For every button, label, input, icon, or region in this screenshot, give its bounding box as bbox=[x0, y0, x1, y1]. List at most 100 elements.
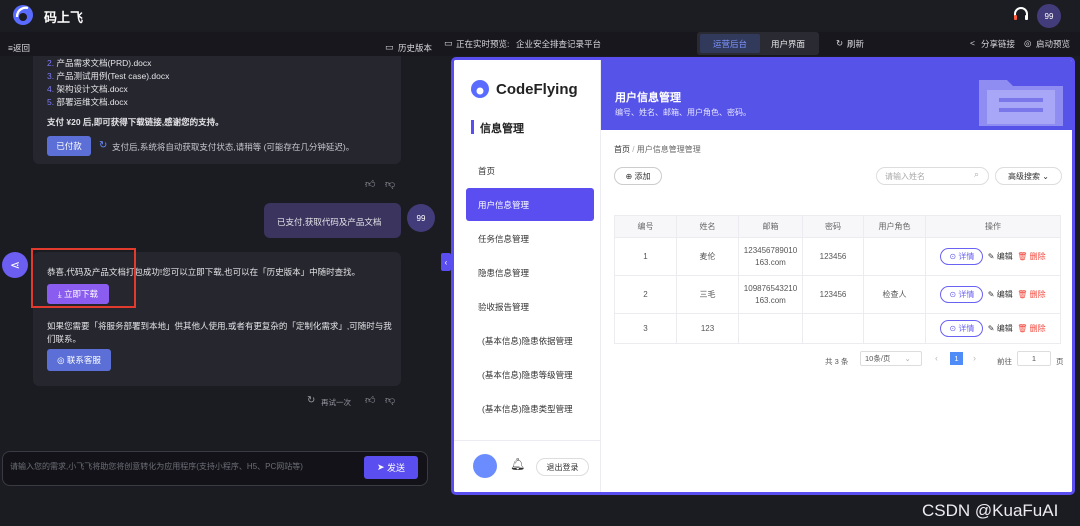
table-row: 1 麦伦 123456789010 163.com 123456 ⊙ 详情 ✎ 编辑… bbox=[614, 237, 1061, 276]
breadcrumb-current: 用户信息管理管理 bbox=[636, 145, 701, 154]
next-page-icon[interactable]: › bbox=[973, 353, 976, 363]
page-unit: 页 bbox=[1056, 357, 1064, 366]
share-button[interactable]: 分享链接 bbox=[981, 38, 1015, 50]
delete-button[interactable]: 🗑︎ 删除 bbox=[1017, 290, 1045, 299]
bell-icon[interactable]: 🔔︎ bbox=[510, 457, 525, 471]
nav-hazard-basis[interactable]: (基本信息)隐患依据管理 bbox=[466, 324, 594, 357]
doc-item: 架构设计文档.docx bbox=[56, 84, 128, 94]
page-number[interactable]: 1 bbox=[950, 352, 963, 365]
pay-text: 支付 ¥20 后,即可获得下载链接,感谢您的支持。 bbox=[47, 117, 224, 127]
launch-button[interactable]: 启动预览 bbox=[1036, 38, 1070, 50]
retry-icon[interactable]: ↻ bbox=[307, 395, 315, 406]
add-button[interactable]: ⊕ 添加 bbox=[614, 167, 662, 185]
section-title: 信息管理 bbox=[480, 123, 524, 135]
chevron-down-icon: ⌄ bbox=[904, 354, 911, 363]
preview-name: 企业安全排查记录平台 bbox=[516, 39, 602, 49]
deploy-text: 如果您需要「将服务部署到本地」供其他人使用,或者有更复杂的「定制化需求」,可随时… bbox=[47, 321, 392, 344]
thumbs-up-icon[interactable]: 👍︎ bbox=[365, 178, 375, 190]
search-input[interactable]: 请输入姓名 bbox=[876, 167, 989, 185]
watermark: CSDN @KuaFuAI bbox=[922, 501, 1059, 520]
chevron-down-icon: ⌄ bbox=[1040, 171, 1049, 181]
table-row: 3 123 ⊙ 详情 ✎ 编辑 🗑︎ 删除 bbox=[614, 313, 1061, 344]
preview-header: 用户信息管理 编号、姓名、邮箱、用户角色、密码。 bbox=[601, 60, 1072, 130]
detail-button[interactable]: ⊙ 详情 bbox=[940, 248, 984, 265]
doc-item: 产品测试用例(Test case).docx bbox=[56, 71, 170, 81]
nav-report[interactable]: 验收报告管理 bbox=[466, 290, 594, 323]
plus-icon: ⊕ bbox=[625, 171, 635, 181]
thumbs-down-icon[interactable]: 👎︎ bbox=[385, 178, 395, 190]
chat-input-placeholder: 请输入您的需求,小飞飞将助您将创意转化为应用程序(支持小程序、H5、PC网站等) bbox=[10, 462, 303, 471]
user-avatar[interactable]: 99 bbox=[1037, 4, 1061, 28]
codeflying-logo-icon bbox=[471, 80, 489, 98]
nav-task-info[interactable]: 任务信息管理 bbox=[466, 222, 594, 255]
eye-icon: ⊙ bbox=[949, 290, 959, 299]
goto-input[interactable]: 1 bbox=[1017, 351, 1051, 366]
tab-user[interactable]: 用户界面 bbox=[760, 34, 816, 53]
user-message-text: 已支付,获取代码及产品文档 bbox=[277, 217, 382, 227]
history-icon: ▭ bbox=[385, 42, 394, 52]
user-table: 编号 姓名 邮箱 密码 用户角色 操作 1 麦伦 123456789010 163.… bbox=[614, 215, 1061, 344]
table-row: 2 三毛 109876543210 163.com 123456 检查人 ⊙ 详情 ✎… bbox=[614, 275, 1061, 314]
thumbs-up-icon[interactable]: 👍︎ bbox=[365, 394, 375, 406]
prev-page-icon[interactable]: ‹ bbox=[935, 353, 938, 363]
delete-button[interactable]: 🗑︎ 删除 bbox=[1017, 252, 1045, 261]
refresh-icon: ↻ bbox=[836, 38, 844, 48]
nav-hazard-info[interactable]: 隐患信息管理 bbox=[466, 256, 594, 289]
advanced-search-button[interactable]: 高级搜索 ⌄ bbox=[995, 167, 1062, 185]
doc-item: 产品需求文档(PRD).docx bbox=[56, 58, 152, 68]
monitor-icon: ▭ bbox=[444, 38, 453, 48]
detail-button[interactable]: ⊙ 详情 bbox=[940, 286, 984, 303]
launch-icon: ◎ bbox=[1024, 38, 1032, 48]
avatar[interactable] bbox=[473, 454, 497, 478]
tab-admin[interactable]: 运营后台 bbox=[700, 34, 760, 53]
logout-button[interactable]: 退出登录 bbox=[536, 458, 589, 476]
share-icon: < bbox=[970, 38, 975, 48]
search-icon: ⌕ bbox=[974, 169, 980, 179]
retry-button[interactable]: 再试一次 bbox=[321, 397, 351, 408]
refresh-button[interactable]: 刷新 bbox=[847, 38, 864, 50]
contact-button[interactable]: ◎ 联系客服 bbox=[47, 349, 111, 371]
edit-button[interactable]: ✎ 编辑 bbox=[988, 324, 1013, 333]
sidebar-divider bbox=[454, 440, 600, 441]
doc-item: 部署运维文档.docx bbox=[56, 97, 128, 107]
detail-button[interactable]: ⊙ 详情 bbox=[940, 320, 984, 337]
send-icon: ➤ bbox=[376, 462, 388, 472]
goto-label: 前往 bbox=[997, 357, 1012, 366]
loading-icon: ↻ bbox=[99, 140, 108, 151]
headset-icon: ◎ bbox=[57, 354, 67, 365]
download-button[interactable]: ⤓ 立即下载 bbox=[47, 284, 109, 304]
preview-frame: CodeFlying 信息管理 首页 用户信息管理 任务信息管理 隐患信息管理 … bbox=[451, 57, 1075, 495]
collapse-handle-icon[interactable]: ‹ bbox=[441, 253, 451, 271]
pay-hint: 支付后,系统将自动获取支付状态,请稍等 (可能存在几分钟延迟)。 bbox=[112, 142, 355, 152]
breadcrumb: 首页 / 用户信息管理管理 bbox=[614, 145, 701, 154]
section-marker bbox=[471, 120, 474, 134]
back-button[interactable]: ≡返回 bbox=[8, 42, 30, 54]
page-subtitle: 编号、姓名、邮箱、用户角色、密码。 bbox=[615, 108, 751, 117]
thumbs-down-icon[interactable]: 👎︎ bbox=[385, 394, 395, 406]
preview-logo: CodeFlying bbox=[496, 81, 578, 98]
eye-icon: ⊙ bbox=[949, 252, 959, 261]
nav-home[interactable]: 首页 bbox=[466, 154, 594, 187]
page-size-select[interactable]: 10条/页 ⌄ bbox=[860, 351, 922, 366]
nav-hazard-level[interactable]: (基本信息)隐患等级管理 bbox=[466, 358, 594, 391]
preview-label: 正在实时预览: bbox=[456, 39, 510, 49]
user-avatar: 99 bbox=[407, 204, 435, 232]
pagination-total: 共 3 条 bbox=[825, 357, 849, 366]
edit-button[interactable]: ✎ 编辑 bbox=[988, 290, 1013, 299]
history-button[interactable]: 历史版本 bbox=[398, 42, 432, 54]
paid-button[interactable]: 已付款 bbox=[47, 136, 91, 156]
app-brand: 码上飞 bbox=[44, 10, 84, 25]
edit-button[interactable]: ✎ 编辑 bbox=[988, 252, 1013, 261]
nav-user-info[interactable]: 用户信息管理 bbox=[466, 188, 594, 221]
folder-icon bbox=[979, 80, 1063, 126]
send-button[interactable]: ➤ 发送 bbox=[364, 456, 418, 479]
nav-hazard-type[interactable]: (基本信息)隐患类型管理 bbox=[466, 392, 594, 425]
breadcrumb-home[interactable]: 首页 bbox=[614, 145, 630, 154]
preview-sidebar: CodeFlying 信息管理 首页 用户信息管理 任务信息管理 隐患信息管理 … bbox=[454, 60, 601, 492]
delete-button[interactable]: 🗑︎ 删除 bbox=[1017, 324, 1045, 333]
page-title: 用户信息管理 bbox=[615, 92, 681, 104]
top-bar bbox=[0, 0, 1080, 30]
table-header: 编号 姓名 邮箱 密码 用户角色 操作 bbox=[614, 215, 1061, 238]
preview-main: 首页 / 用户信息管理管理 ⊕ 添加 请输入姓名 ⌕ 高级搜索 ⌄ 编号 姓名 … bbox=[601, 130, 1072, 492]
headset-icon[interactable] bbox=[1012, 6, 1030, 24]
